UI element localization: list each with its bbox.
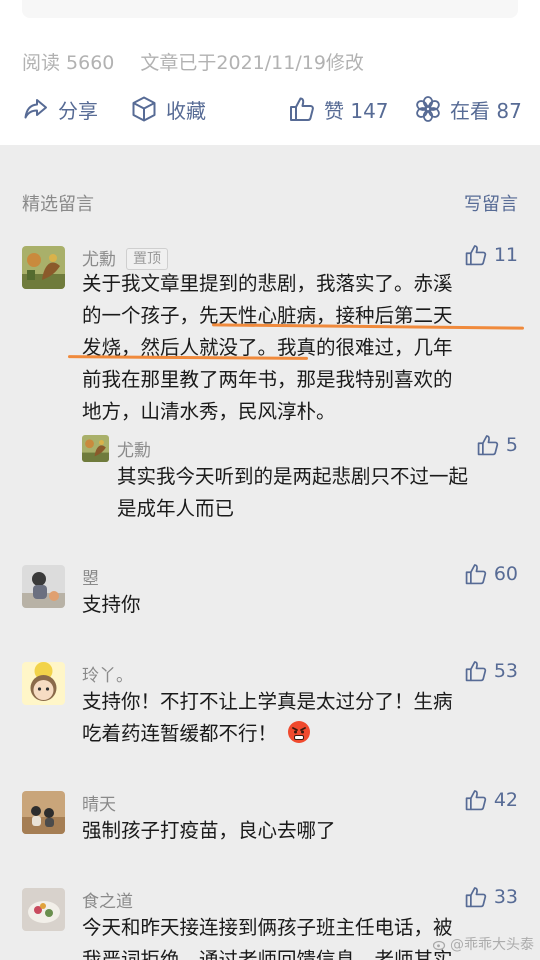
comment-text: 支持你！不打不让上学真是太过分了！生病 吃着药连暂缓都不行！ bbox=[82, 686, 453, 750]
cube-icon bbox=[132, 96, 156, 122]
collect-label: 收藏 bbox=[166, 98, 206, 123]
comment-line: 我严词拒绝，通过老师回馈信息，老师其实 bbox=[82, 948, 453, 960]
comment-line: 强制孩子打疫苗，良心去哪了 bbox=[82, 819, 336, 842]
article-actions: 分享 收藏 赞 147 在看 87 bbox=[22, 92, 522, 126]
avatar[interactable] bbox=[22, 791, 65, 834]
thumbs-up-icon bbox=[465, 887, 486, 908]
comment-author[interactable]: 尤勳 置顶 bbox=[82, 245, 168, 270]
watermark-text: @乖乖大头泰 bbox=[450, 937, 534, 953]
like-count: 53 bbox=[493, 660, 518, 682]
collect-button[interactable]: 收藏 bbox=[130, 92, 206, 126]
article-body-end bbox=[22, 0, 518, 18]
watching-label: 在看 87 bbox=[450, 98, 522, 123]
like-label: 赞 147 bbox=[324, 98, 389, 123]
read-count: 阅读 5660 bbox=[22, 52, 115, 74]
share-label: 分享 bbox=[58, 98, 98, 123]
comment-line: 地方，山清水秀，民风淳朴。 bbox=[82, 400, 336, 423]
comment-like-button[interactable]: 60 bbox=[464, 562, 518, 586]
comment-text: 强制孩子打疫苗，良心去哪了 bbox=[82, 815, 336, 847]
like-count: 42 bbox=[493, 789, 518, 811]
reply-text: 其实我今天听到的是两起悲剧只不过一起 是成年人而已 bbox=[117, 461, 468, 525]
thumbs-up-icon bbox=[465, 245, 486, 266]
flower-icon bbox=[416, 96, 440, 122]
comment-text: 支持你 bbox=[82, 589, 141, 621]
avatar[interactable] bbox=[22, 888, 65, 931]
thumbs-up-icon bbox=[465, 790, 486, 811]
thumbs-up-icon bbox=[477, 435, 499, 456]
like-count: 60 bbox=[493, 563, 518, 585]
comment-line: 关于我文章里提到的悲剧，我落实了。赤溪 bbox=[82, 272, 453, 295]
comment-author[interactable]: 玲丫。 bbox=[82, 661, 133, 686]
article-footer: 阅读 5660 文章已于2021/11/19修改 分享 收藏 赞 147 在看 … bbox=[0, 0, 540, 145]
comment-line: 是成年人而已 bbox=[117, 497, 235, 520]
avatar[interactable] bbox=[22, 565, 65, 608]
reply-author[interactable]: 尤勳 bbox=[117, 436, 151, 461]
like-count: 11 bbox=[493, 244, 518, 266]
avatar[interactable] bbox=[22, 246, 65, 289]
comment-like-button[interactable]: 42 bbox=[464, 788, 518, 812]
comment-line: 今天和昨天接连接到俩孩子班主任电话，被 bbox=[82, 916, 453, 939]
comment-line-text: 吃着药连暂缓都不行！ bbox=[82, 722, 278, 745]
comments-section-title: 精选留言 bbox=[22, 194, 94, 215]
comment-author[interactable]: 曌 bbox=[82, 564, 99, 589]
pinned-badge: 置顶 bbox=[126, 248, 168, 270]
like-count: 5 bbox=[505, 434, 518, 456]
comment-like-button[interactable]: 53 bbox=[464, 659, 518, 683]
weibo-logo-icon bbox=[433, 940, 446, 950]
reply-avatar[interactable] bbox=[82, 435, 109, 462]
comment-line: 支持你 bbox=[82, 593, 141, 616]
comment-like-button[interactable]: 33 bbox=[464, 885, 518, 909]
article-meta: 阅读 5660 文章已于2021/11/19修改 bbox=[22, 48, 364, 75]
comment-author-name: 尤勳 bbox=[82, 250, 116, 270]
write-comment-button[interactable]: 写留言 bbox=[464, 190, 518, 216]
comment-text: 关于我文章里提到的悲剧，我落实了。赤溪 的一个孩子，先天性心脏病，接种后第二天 … bbox=[82, 268, 453, 428]
reply-like-button[interactable]: 5 bbox=[476, 433, 518, 457]
modified-date: 文章已于2021/11/19修改 bbox=[140, 52, 364, 74]
thumbs-up-icon bbox=[465, 661, 486, 682]
comment-author[interactable]: 食之道 bbox=[82, 887, 133, 912]
watching-button[interactable]: 在看 87 bbox=[414, 92, 522, 126]
comment-line: 吃着药连暂缓都不行！ bbox=[82, 718, 453, 750]
like-count: 33 bbox=[493, 886, 518, 908]
comment-author[interactable]: 晴天 bbox=[82, 790, 116, 815]
watermark: @乖乖大头泰 bbox=[433, 934, 534, 954]
comment-line: 支持你！不打不让上学真是太过分了！生病 bbox=[82, 690, 453, 713]
avatar[interactable] bbox=[22, 662, 65, 705]
share-icon bbox=[24, 99, 47, 119]
comment-line: 前我在那里教了两年书，那是我特别喜欢的 bbox=[82, 368, 453, 391]
comment-text: 今天和昨天接连接到俩孩子班主任电话，被 我严词拒绝，通过老师回馈信息，老师其实 bbox=[82, 912, 453, 960]
comment-line: 其实我今天听到的是两起悲剧只不过一起 bbox=[117, 465, 469, 488]
thumbs-up-icon bbox=[465, 564, 486, 585]
thumbs-up-icon bbox=[290, 97, 314, 121]
share-button[interactable]: 分享 bbox=[22, 92, 98, 126]
like-button[interactable]: 赞 147 bbox=[288, 92, 389, 126]
comment-like-button[interactable]: 11 bbox=[464, 243, 518, 267]
angry-face-emoji bbox=[288, 721, 311, 743]
